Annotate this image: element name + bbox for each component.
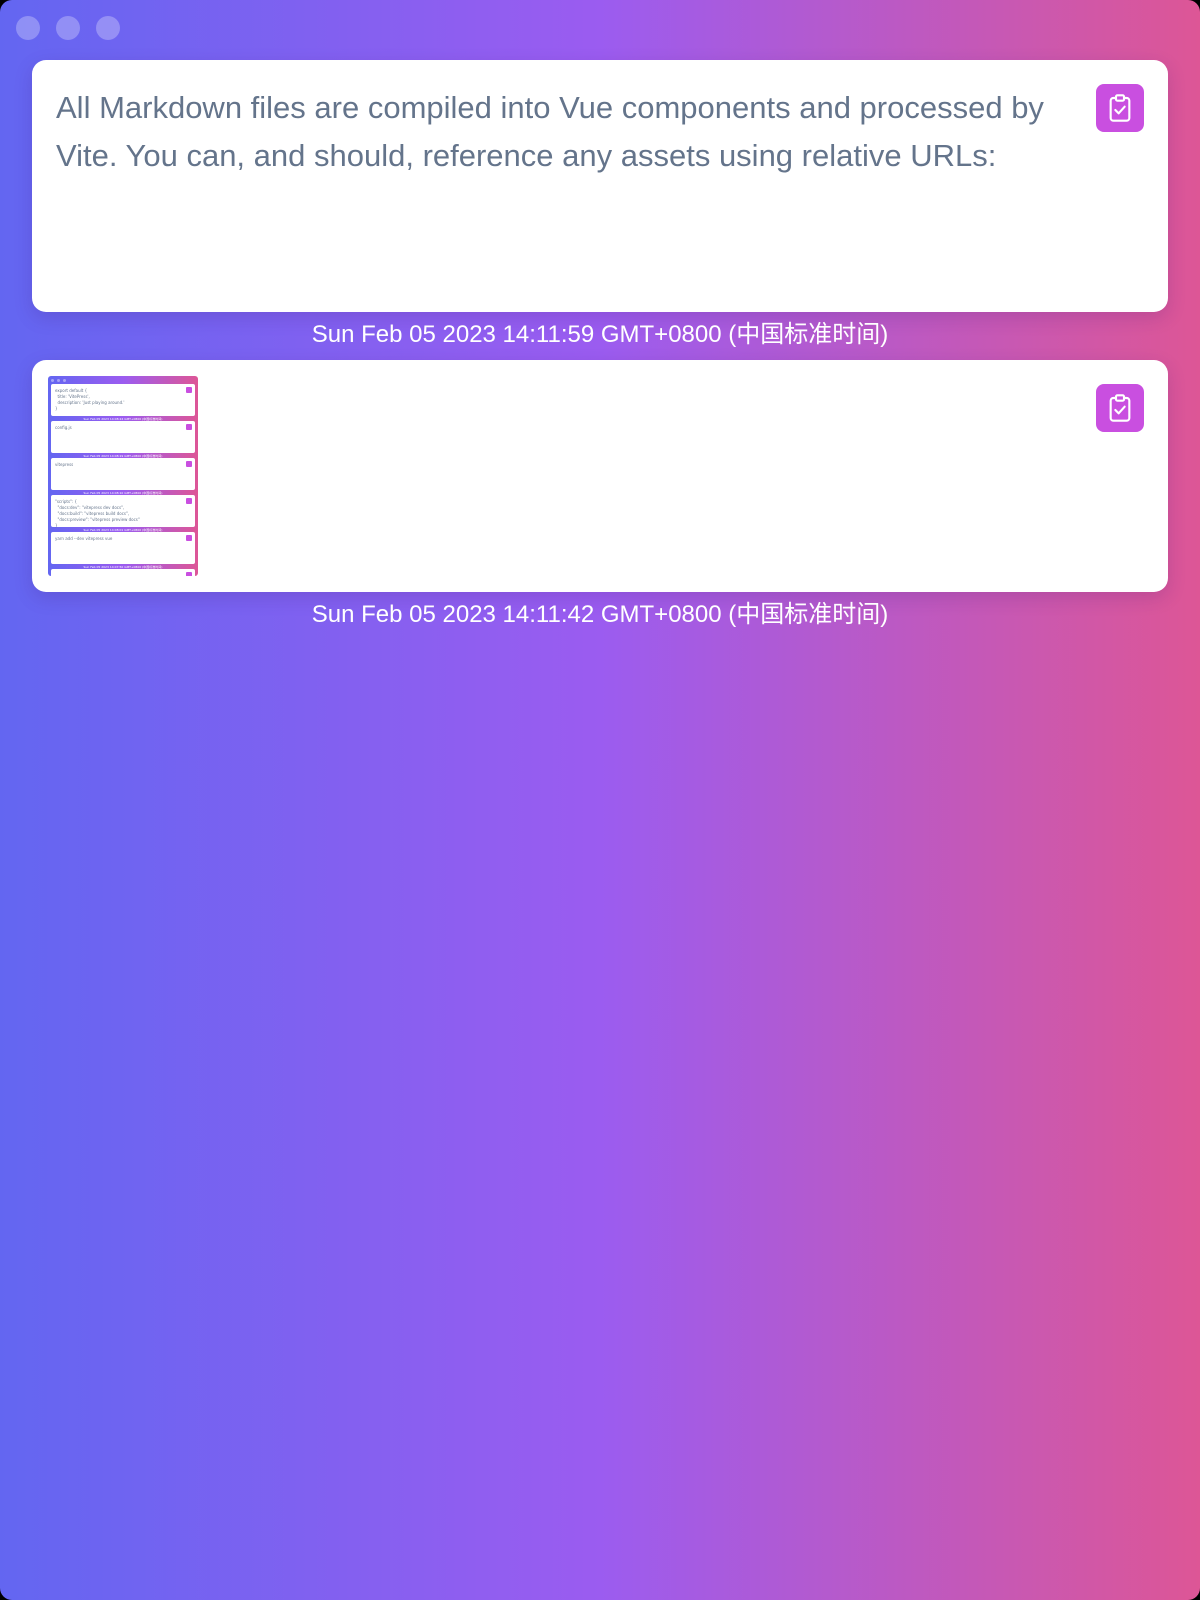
- screenshot-thumbnail: export default { title: 'VitePress', des…: [48, 376, 198, 576]
- thumbnail-copy-icon: [186, 424, 192, 430]
- thumbnail-card: "scripts": { "docs:dev": "vitepress dev …: [51, 495, 195, 528]
- thumbnail-window-controls: [51, 379, 66, 382]
- close-window-button[interactable]: [16, 16, 40, 40]
- clipboard-item-timestamp: Sun Feb 05 2023 14:11:59 GMT+0800 (中国标准时…: [311, 321, 889, 348]
- copy-button[interactable]: [1096, 84, 1144, 132]
- clipboard-check-icon: [1109, 394, 1131, 422]
- clipboard-item-content: All Markdown files are compiled into Vue…: [56, 90, 1044, 173]
- thumbnail-copy-icon: [186, 498, 192, 504]
- thumbnail-card: config.js: [51, 421, 195, 453]
- thumbnail-copy-icon: [186, 572, 192, 576]
- minimize-window-button[interactable]: [56, 16, 80, 40]
- clipboard-item-image[interactable]: export default { title: 'VitePress', des…: [32, 360, 1168, 592]
- copy-button[interactable]: [1096, 384, 1144, 432]
- app-window: All Markdown files are compiled into Vue…: [0, 0, 1200, 1600]
- thumbnail-copy-icon: [186, 387, 192, 393]
- thumbnail-card-text: config.js: [55, 425, 72, 430]
- clipboard-check-icon: [1109, 94, 1131, 122]
- maximize-window-button[interactable]: [96, 16, 120, 40]
- thumbnail-copy-icon: [186, 535, 192, 541]
- window-controls: [16, 16, 120, 40]
- thumbnail-card: export default { title: 'VitePress', des…: [51, 384, 195, 416]
- thumbnail-card-text: vitepress: [55, 462, 74, 467]
- thumbnail-copy-icon: [186, 461, 192, 467]
- thumbnail-card: [51, 569, 195, 576]
- thumbnail-card-text: export default { title: 'VitePress', des…: [55, 388, 125, 411]
- thumbnail-card: yarn add --dev vitepress vue: [51, 532, 195, 564]
- thumbnail-card-text: yarn add --dev vitepress vue: [55, 536, 113, 541]
- clipboard-item-text[interactable]: All Markdown files are compiled into Vue…: [32, 60, 1168, 312]
- thumbnail-card-text: "scripts": { "docs:dev": "vitepress dev …: [55, 499, 140, 528]
- clipboard-item-timestamp: Sun Feb 05 2023 14:11:42 GMT+0800 (中国标准时…: [311, 601, 889, 628]
- thumbnail-card: vitepress: [51, 458, 195, 490]
